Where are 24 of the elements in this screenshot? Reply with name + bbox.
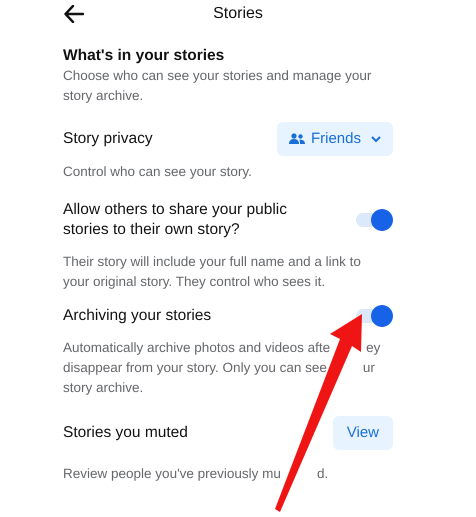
description-text: story archive. [63, 379, 144, 397]
description-text: Review people you've previously mu [63, 465, 281, 483]
back-button[interactable] [62, 2, 86, 26]
view-button[interactable]: View [332, 416, 393, 450]
description-text: story archive. [63, 87, 144, 105]
description-text: Their story will include your full name and a link to [63, 253, 361, 271]
description-text: disappear from your story. Only you can see [63, 359, 327, 377]
chevron-down-icon [371, 136, 381, 142]
setting-title: Allow others to share your public stories to their own story? [63, 200, 288, 240]
description-text: your original story. They control who sees it. [63, 273, 326, 291]
page-title: Stories [213, 4, 263, 24]
description-text: Control who can see your story. [63, 163, 252, 181]
description-text: ey [366, 339, 380, 357]
back-arrow-icon [64, 5, 84, 23]
setting-title: Archiving your stories [63, 306, 212, 326]
setting-title: Story privacy [63, 129, 153, 149]
description-text: d. [316, 465, 328, 483]
setting-title: Stories you muted [63, 423, 188, 443]
privacy-dropdown[interactable]: Friends [276, 122, 393, 156]
section-title: What's in your stories [63, 46, 226, 66]
description-text: Automatically archive photos and videos afte [63, 339, 330, 357]
description-text: Choose who can see your stories and manage your [63, 67, 372, 85]
people-icon [288, 133, 305, 145]
description-text: ur [362, 359, 375, 377]
